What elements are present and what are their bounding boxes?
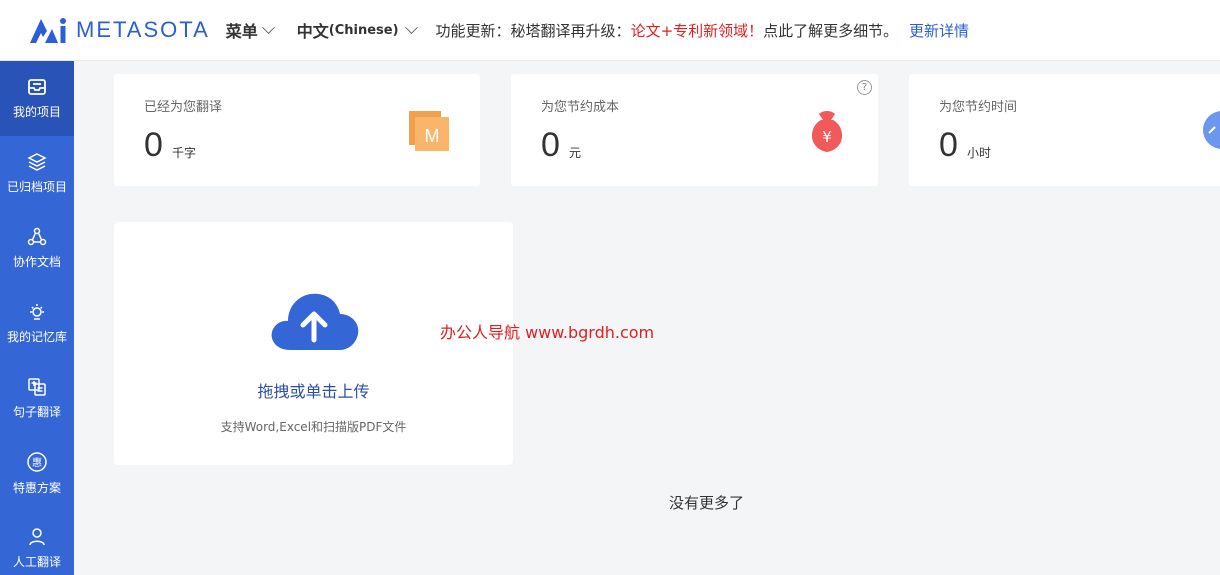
sidebar-item-sentence-translate[interactable]: 句子翻译	[0, 361, 74, 436]
cloud-upload-icon	[271, 293, 359, 350]
logo-mark-icon	[30, 18, 66, 43]
m-document-icon: M	[409, 111, 449, 151]
update-notice[interactable]: 功能更新：秘塔翻译再升级：论文+专利新领域！点此了解更多细节。 更新详情	[436, 20, 969, 41]
stat-card-cost: 为您节约成本 0 元 ? ¥	[511, 74, 878, 186]
translate-doc-icon	[28, 378, 46, 396]
stat-unit: 小时	[967, 146, 992, 160]
discount-badge-icon: 惠	[27, 452, 47, 472]
svg-text:M: M	[425, 126, 440, 146]
lightbulb-icon	[30, 304, 44, 320]
stat-unit: 元	[569, 146, 582, 160]
sidebar-item-label: 特惠方案	[12, 481, 61, 495]
stat-card-time: 为您节约时间 0 小时	[909, 74, 1220, 186]
watermark-text: 办公人导航 www.bgrdh.com	[440, 323, 655, 342]
stat-unit: 千字	[172, 146, 197, 160]
sidebar-item-collab-docs[interactable]: 协作文档	[0, 211, 74, 286]
logo[interactable]: METASOTA	[28, 15, 210, 45]
chevron-down-icon	[261, 20, 275, 34]
sidebar-item-memory[interactable]: 我的记忆库	[0, 286, 74, 361]
sidebar-item-offers[interactable]: 惠 特惠方案	[0, 436, 74, 511]
stat-card-translated: 已经为您翻译 0 千字 M	[114, 74, 480, 186]
notice-suffix: 点此了解更多细节。	[763, 21, 899, 40]
update-details-link[interactable]: 更新详情	[909, 22, 969, 40]
chevron-down-icon	[404, 20, 418, 34]
menu-label: 菜单	[225, 22, 258, 41]
language-label: 中文	[296, 22, 329, 41]
stat-label: 为您节约时间	[939, 100, 1018, 115]
menu-dropdown[interactable]: 菜单	[225, 18, 275, 42]
svg-text:¥: ¥	[822, 128, 832, 146]
stat-value: 0	[541, 126, 560, 164]
person-icon	[29, 528, 45, 546]
sidebar-item-label: 协作文档	[12, 255, 61, 269]
inbox-icon	[28, 79, 46, 95]
no-more-text: 没有更多了	[669, 494, 745, 512]
stat-label: 已经为您翻译	[144, 100, 223, 115]
sidebar-item-my-projects[interactable]: 我的项目	[0, 61, 74, 136]
upload-dropzone[interactable]: 拖拽或单击上传 支持Word,Excel和扫描版PDF文件	[114, 222, 513, 465]
sidebar-item-label: 句子翻译	[12, 405, 61, 419]
language-sub-label: (Chinese)	[328, 22, 399, 38]
sidebar-item-label: 已归档项目	[6, 180, 67, 194]
sidebar-item-label: 我的记忆库	[6, 330, 67, 344]
sidebar-item-label: 人工翻译	[12, 555, 61, 569]
sidebar-item-label: 我的项目	[12, 105, 61, 119]
sidebar: 我的项目 已归档项目 协作文档 我的记忆库 句子翻译 惠 特惠方案 人工翻译	[0, 61, 74, 575]
share-network-icon	[27, 227, 47, 246]
money-bag-icon: ¥	[811, 111, 843, 152]
top-header: METASOTA 菜单 中文 (Chinese) 功能更新：秘塔翻译再升级：论文+…	[0, 0, 1220, 61]
stat-value: 0	[939, 126, 958, 164]
language-dropdown[interactable]: 中文 (Chinese)	[296, 18, 418, 42]
upload-title: 拖拽或单击上传	[257, 382, 370, 401]
logo-text: METASOTA	[76, 17, 210, 42]
clock-icon	[1203, 111, 1220, 149]
svg-text:惠: 惠	[32, 456, 42, 469]
stat-value: 0	[144, 126, 163, 164]
notice-prefix: 功能更新：秘塔翻译再升级：	[435, 21, 631, 40]
sidebar-item-archived[interactable]: 已归档项目	[0, 136, 74, 211]
sidebar-item-human-translation[interactable]: 人工翻译	[0, 511, 74, 575]
notice-highlight: 论文+专利新领域！	[630, 21, 764, 40]
stat-label: 为您节约成本	[541, 100, 620, 115]
upload-hint: 支持Word,Excel和扫描版PDF文件	[220, 420, 407, 434]
help-icon[interactable]: ?	[857, 80, 872, 95]
layers-icon	[27, 153, 47, 171]
